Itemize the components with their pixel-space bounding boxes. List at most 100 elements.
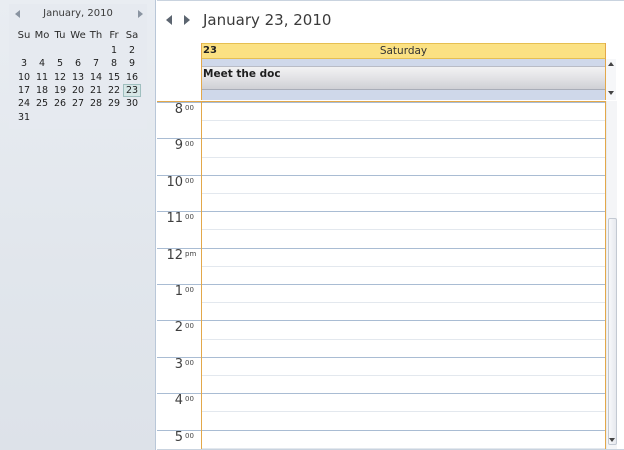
weekday-header: Th <box>89 30 103 41</box>
weekday-header: Fr <box>109 30 119 41</box>
day-name: Saturday <box>379 45 428 57</box>
mini-calendar-day[interactable]: 27 <box>69 97 87 110</box>
scrollbar-thumb[interactable] <box>608 218 617 445</box>
hour-suffix: 00 <box>185 104 194 112</box>
hour-slot-line <box>202 393 605 395</box>
mini-calendar-day-selected[interactable]: 23 <box>123 83 141 97</box>
hour-number: 1 <box>174 284 183 299</box>
mini-calendar: January, 2010 Su Mo Tu We Th Fr Sa 1 2 3 4 5 6 7 8 9 10 1… <box>9 4 147 129</box>
day-header[interactable]: 23 Saturday <box>202 43 605 59</box>
mini-calendar-day[interactable]: 25 <box>33 97 51 110</box>
day-view: January 23, 2010 23 Saturday Meet the do… <box>157 0 624 450</box>
hour-number: 11 <box>166 211 183 227</box>
mini-calendar-day[interactable]: 16 <box>123 71 141 84</box>
half-hour-slot-line <box>202 229 605 231</box>
hour-label: 1 00 <box>157 284 201 320</box>
event-title: Meet the doc <box>203 68 281 80</box>
time-slots[interactable] <box>201 102 606 449</box>
mini-calendar-day[interactable]: 4 <box>33 57 51 70</box>
scroll-down-icon[interactable] <box>608 91 614 95</box>
mini-calendar-day[interactable]: 24 <box>15 97 33 110</box>
previous-day-icon[interactable] <box>166 15 172 25</box>
mini-calendar-day[interactable]: 20 <box>69 84 87 97</box>
mini-calendar-header: January, 2010 <box>9 4 147 24</box>
scroll-down-icon[interactable] <box>609 438 615 442</box>
mini-calendar-day[interactable]: 2 <box>123 44 141 57</box>
hour-slot-line <box>202 102 605 103</box>
hour-number: 8 <box>174 102 183 117</box>
mini-calendar-day[interactable]: 21 <box>87 84 105 97</box>
weekday-header: Mo <box>34 30 50 41</box>
mini-calendar-day[interactable]: 8 <box>105 57 123 70</box>
mini-calendar-day[interactable]: 6 <box>69 57 87 70</box>
mini-calendar-day[interactable]: 31 <box>15 111 33 124</box>
hour-label: 8 00 <box>157 102 201 138</box>
left-panel: January, 2010 Su Mo Tu We Th Fr Sa 1 2 3 4 5 6 7 8 9 10 1… <box>0 0 156 450</box>
hour-suffix: 00 <box>185 431 194 440</box>
hour-slot-line <box>202 429 605 431</box>
half-hour-slot-line <box>202 338 605 340</box>
scroll-up-icon[interactable] <box>608 62 614 66</box>
hour-slot-line <box>202 284 605 285</box>
hour-slot-line <box>202 247 605 249</box>
all-day-scrollbar[interactable] <box>606 59 616 100</box>
mini-calendar-day[interactable]: 29 <box>105 97 123 110</box>
next-day-icon[interactable] <box>184 15 190 25</box>
hour-number: 10 <box>166 174 183 190</box>
mini-calendar-month-label: January, 2010 <box>43 8 113 19</box>
view-date-title: January 23, 2010 <box>203 11 332 29</box>
mini-calendar-day[interactable]: 1 <box>105 44 123 57</box>
half-hour-slot-line <box>202 265 605 267</box>
hour-number: 12 <box>166 247 183 263</box>
mini-calendar-day[interactable]: 18 <box>33 84 51 97</box>
mini-calendar-day[interactable]: 22 <box>105 84 123 97</box>
hour-number: 4 <box>174 393 183 409</box>
half-hour-slot-line <box>202 156 605 158</box>
mini-calendar-day[interactable]: 14 <box>87 71 105 84</box>
hour-label: 2 00 <box>157 320 201 356</box>
half-hour-slot-line <box>202 375 605 376</box>
weekday-header: Tu <box>54 30 66 41</box>
mini-calendar-day[interactable]: 10 <box>15 71 33 84</box>
weekday-header: Su <box>17 30 31 41</box>
hour-suffix: 00 <box>185 286 194 294</box>
hour-number: 3 <box>174 356 183 372</box>
mini-calendar-day[interactable]: 11 <box>33 71 51 84</box>
all-day-area[interactable]: 23 Saturday Meet the doc <box>201 43 606 100</box>
time-grid-scrollbar[interactable] <box>606 101 617 449</box>
hour-slot-line <box>202 138 605 140</box>
weekday-header: Sa <box>125 30 139 41</box>
half-hour-slot-line <box>202 302 605 304</box>
hour-number: 2 <box>174 320 183 336</box>
hour-number: 9 <box>174 138 183 154</box>
mini-calendar-day[interactable]: 26 <box>51 97 69 110</box>
hour-suffix: 00 <box>185 322 194 331</box>
hour-label: 10 00 <box>157 174 201 211</box>
hour-label: 11 00 <box>157 211 201 247</box>
hour-label: 4 00 <box>157 393 201 429</box>
weekday-header: We <box>70 30 86 41</box>
mini-calendar-day[interactable]: 28 <box>87 97 105 110</box>
mini-calendar-day[interactable]: 3 <box>15 57 33 70</box>
hour-label: 12 pm <box>157 247 201 284</box>
mini-calendar-day[interactable]: 9 <box>123 57 141 70</box>
mini-calendar-day[interactable]: 12 <box>51 71 69 84</box>
mini-calendar-day[interactable]: 5 <box>51 57 69 70</box>
mini-calendar-day[interactable]: 7 <box>87 57 105 70</box>
half-hour-slot-line <box>202 411 605 413</box>
time-grid: 8 00 9 00 10 00 11 00 12 pm 1 00 2 00 3 00 4 00 5 00 <box>157 101 606 449</box>
mini-calendar-day[interactable]: 15 <box>105 71 123 84</box>
all-day-event[interactable]: Meet the doc <box>202 66 605 90</box>
mini-calendar-next-month-icon[interactable] <box>138 10 143 18</box>
hour-label: 9 00 <box>157 138 201 174</box>
mini-calendar-day[interactable]: 17 <box>15 84 33 97</box>
hour-suffix: 00 <box>185 213 194 222</box>
hour-label: 5 00 <box>157 429 201 449</box>
half-hour-slot-line <box>202 193 605 194</box>
hour-suffix: 00 <box>185 140 194 149</box>
hour-suffix: 00 <box>185 358 194 367</box>
mini-calendar-day[interactable]: 19 <box>51 84 69 97</box>
mini-calendar-day[interactable]: 30 <box>123 97 141 110</box>
hour-suffix: 00 <box>185 395 194 404</box>
mini-calendar-day[interactable]: 13 <box>69 71 87 84</box>
